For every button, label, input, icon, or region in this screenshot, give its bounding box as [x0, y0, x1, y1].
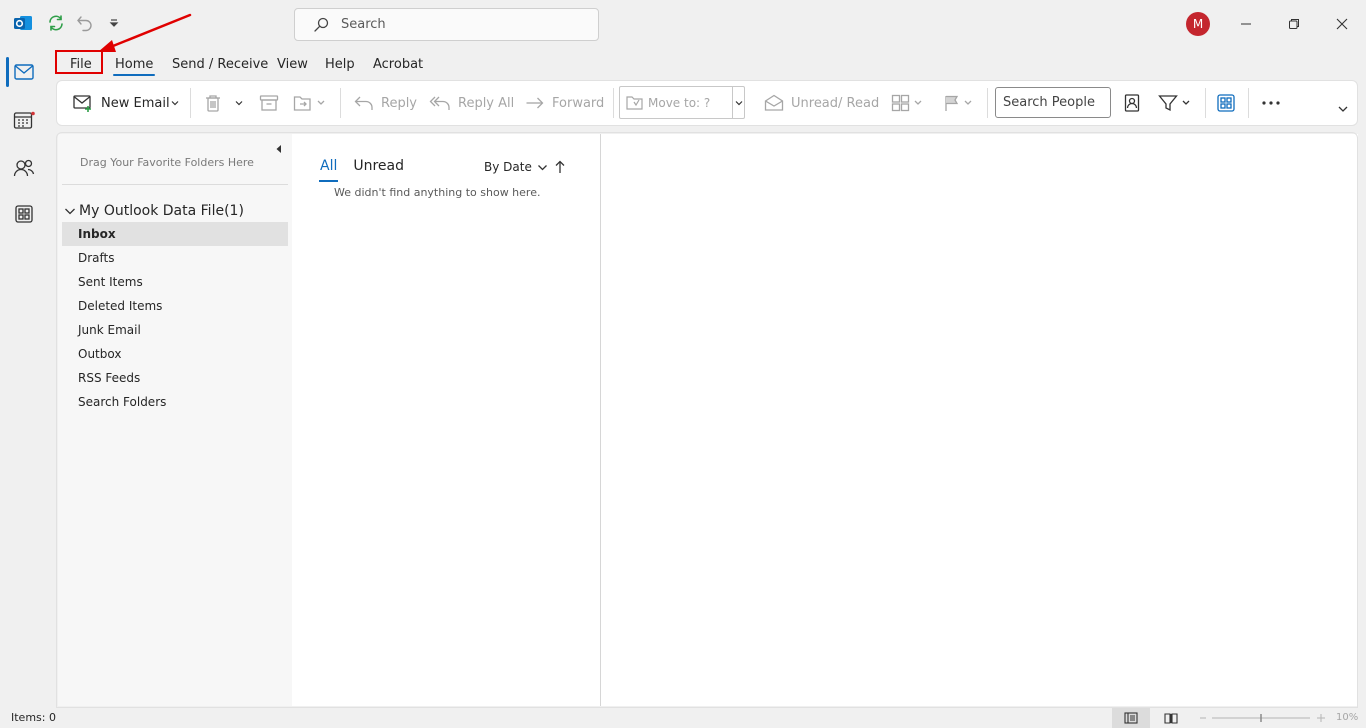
ribbon-separator: [987, 88, 988, 118]
tab-unread[interactable]: Unread: [353, 156, 404, 182]
ribbon-separator: [1248, 88, 1249, 118]
address-book-icon[interactable]: [1124, 81, 1140, 125]
close-icon[interactable]: [1330, 12, 1354, 36]
archive-icon[interactable]: [259, 81, 279, 125]
sort-by-dropdown[interactable]: By Date: [484, 160, 548, 174]
sort-direction-arrow-up-icon[interactable]: [554, 160, 566, 174]
folder-junk-email[interactable]: Junk Email: [62, 318, 288, 342]
reply-all-label: Reply All: [458, 95, 515, 111]
reply-all-button[interactable]: Reply All: [429, 81, 514, 125]
tab-view[interactable]: View: [275, 52, 310, 76]
favorites-hint: Drag Your Favorite Folders Here: [80, 156, 254, 169]
message-filter-tabs: All Unread: [318, 156, 420, 182]
items-count: Items: 0: [11, 711, 56, 724]
envelope-open-icon: [764, 94, 784, 112]
unread-read-label: Unread/ Read: [791, 95, 880, 111]
ribbon-separator: [613, 88, 614, 118]
sort-label: By Date: [484, 160, 532, 174]
chevron-down-icon: [537, 162, 548, 173]
search-box[interactable]: Search: [294, 8, 599, 41]
forward-button[interactable]: Forward: [525, 81, 604, 125]
normal-view-icon[interactable]: [1112, 708, 1150, 728]
folder-list: Inbox Drafts Sent Items Deleted Items Ju…: [62, 222, 288, 414]
folder-move-icon: [626, 95, 644, 111]
ribbon-separator: [340, 88, 341, 118]
folder-search-folders[interactable]: Search Folders: [62, 390, 288, 414]
tab-help[interactable]: Help: [323, 52, 357, 76]
outlook-icon: [12, 12, 34, 34]
divider: [62, 184, 288, 185]
folder-pane: Drag Your Favorite Folders Here My Outlo…: [58, 134, 292, 706]
folder-sent-items[interactable]: Sent Items: [62, 270, 288, 294]
reply-button[interactable]: Reply: [354, 81, 417, 125]
new-email-dropdown-icon[interactable]: [170, 81, 180, 125]
empty-list-message: We didn't find anything to show here.: [334, 186, 541, 199]
ribbon-expand-chevron-icon[interactable]: [1337, 87, 1349, 131]
apps-icon[interactable]: [10, 200, 38, 228]
mail-icon[interactable]: [10, 58, 38, 86]
search-placeholder: Search: [341, 17, 386, 32]
reading-view-icon[interactable]: [1152, 708, 1190, 728]
categorize-icon[interactable]: [891, 81, 923, 125]
apps-add-in-icon[interactable]: [1217, 81, 1235, 125]
account-name: My Outlook Data File(1): [79, 203, 244, 219]
calendar-icon[interactable]: [10, 106, 38, 134]
reply-all-icon: [429, 95, 451, 111]
folder-rss-feeds[interactable]: RSS Feeds: [62, 366, 288, 390]
flag-icon[interactable]: [943, 81, 975, 125]
delete-dropdown-icon[interactable]: [234, 81, 244, 125]
restore-icon[interactable]: [1282, 12, 1306, 36]
annotation-arrow-icon: [98, 13, 192, 52]
move-icon[interactable]: [293, 81, 325, 125]
zoom-slider[interactable]: [1198, 711, 1328, 725]
folder-outbox[interactable]: Outbox: [62, 342, 288, 366]
rail-active-indicator: [6, 57, 9, 87]
filter-icon[interactable]: [1158, 81, 1194, 125]
move-to-quick-step[interactable]: Move to: ?: [619, 86, 745, 119]
status-bar: Items: 0 10%: [0, 708, 1366, 728]
reading-pane: [600, 134, 1358, 706]
reply-icon: [354, 95, 374, 111]
tab-all[interactable]: All: [318, 156, 339, 182]
avatar[interactable]: M: [1186, 12, 1210, 36]
account-header[interactable]: My Outlook Data File(1): [64, 200, 244, 222]
ribbon-separator: [1205, 88, 1206, 118]
ribbon: New Email Reply Reply All Forward Move t…: [56, 80, 1358, 126]
new-email-label: New Email: [101, 95, 170, 111]
reply-label: Reply: [381, 95, 418, 111]
collapse-folder-pane-icon[interactable]: [272, 142, 286, 156]
title-bar: Search M: [0, 0, 1366, 48]
chevron-down-icon: [64, 205, 76, 217]
forward-icon: [525, 95, 545, 111]
sync-icon[interactable]: [45, 12, 67, 34]
more-options-icon[interactable]: [1261, 81, 1281, 125]
move-to-label: Move to: ?: [648, 95, 711, 110]
chevron-down-icon[interactable]: [732, 87, 744, 118]
search-icon: [313, 17, 329, 33]
ribbon-separator: [190, 88, 191, 118]
new-email-button[interactable]: New Email: [73, 81, 170, 125]
folder-inbox[interactable]: Inbox: [62, 222, 288, 246]
delete-icon[interactable]: [204, 81, 222, 125]
forward-label: Forward: [552, 95, 605, 111]
zoom-level[interactable]: 10%: [1336, 712, 1358, 723]
unread-read-button[interactable]: Unread/ Read: [764, 81, 879, 125]
search-people-input[interactable]: Search People: [995, 87, 1111, 118]
folder-drafts[interactable]: Drafts: [62, 246, 288, 270]
new-email-icon: [73, 94, 94, 112]
people-icon[interactable]: [10, 154, 38, 182]
folder-deleted-items[interactable]: Deleted Items: [62, 294, 288, 318]
message-list-pane: All Unread By Date We didn't find anythi…: [292, 134, 600, 706]
minimize-icon[interactable]: [1234, 12, 1258, 36]
tab-acrobat[interactable]: Acrobat: [371, 52, 425, 76]
